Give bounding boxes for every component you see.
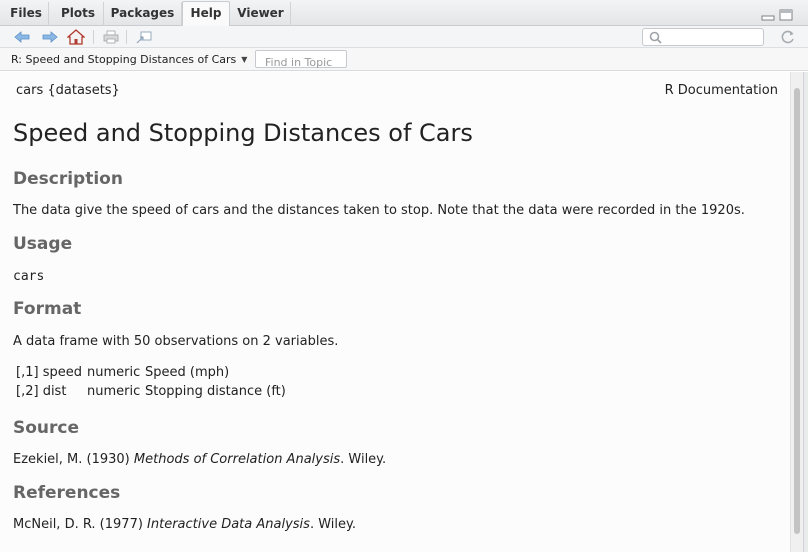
topic-dropdown[interactable]: R: Speed and Stopping Distances of Cars … — [11, 51, 247, 67]
section-heading-description: Description — [13, 169, 123, 189]
tab-packages[interactable]: Packages — [104, 2, 182, 26]
section-heading-source: Source — [13, 418, 80, 438]
arrow-right-icon — [42, 31, 58, 43]
refresh-icon — [781, 30, 794, 44]
section-heading-usage: Usage — [13, 234, 73, 254]
home-icon — [67, 29, 85, 45]
topic-bar: R: Speed and Stopping Distances of Cars … — [0, 48, 808, 71]
help-toolbar — [0, 26, 808, 48]
pane-border — [803, 72, 808, 552]
tab-viewer[interactable]: Viewer — [231, 2, 291, 26]
format-text: A data frame with 50 observations on 2 v… — [13, 334, 339, 349]
pane-tabbar: Files Plots Packages Help Viewer — [0, 0, 808, 27]
caret-down-icon: ▼ — [241, 54, 248, 64]
description-text: The data give the speed of cars and the … — [13, 203, 745, 218]
doc-title: Speed and Stopping Distances of Cars — [13, 119, 473, 147]
help-search-input[interactable] — [665, 30, 759, 44]
tab-plots[interactable]: Plots — [53, 2, 104, 26]
search-icon — [649, 31, 662, 44]
forward-button[interactable] — [41, 29, 59, 45]
doc-package-label: cars {datasets} — [16, 83, 120, 98]
format-variable-cell: [,2] dist — [16, 384, 67, 399]
vertical-scrollbar[interactable] — [790, 72, 803, 552]
format-type-cell: numeric — [87, 384, 141, 399]
section-heading-format: Format — [13, 299, 82, 319]
popout-icon — [136, 31, 152, 44]
show-in-window-button[interactable] — [135, 29, 153, 45]
minimize-pane-icon[interactable] — [761, 9, 775, 21]
table-row: [,2] dist numeric Stopping distance (ft) — [16, 382, 290, 401]
format-desc-cell: Speed (mph) — [145, 365, 230, 380]
find-in-topic-box[interactable] — [255, 50, 347, 71]
format-variable-cell: [,1] speed — [16, 365, 82, 380]
section-heading-references: References — [13, 483, 121, 503]
printer-icon — [103, 30, 119, 44]
source-text: Ezekiel, M. (1930) Methods of Correlatio… — [13, 452, 387, 467]
doc-r-documentation-label: R Documentation — [664, 83, 778, 98]
print-button[interactable] — [102, 29, 120, 45]
topic-dropdown-label: R: Speed and Stopping Distances of Cars — [11, 52, 237, 66]
refresh-button[interactable] — [779, 29, 797, 45]
references-text: McNeil, D. R. (1977) Interactive Data An… — [13, 517, 356, 532]
help-content: cars {datasets} R Documentation Speed an… — [0, 72, 790, 552]
find-in-topic-input[interactable] — [256, 54, 346, 71]
scrollbar-thumb[interactable] — [794, 88, 800, 534]
format-type-cell: numeric — [87, 365, 141, 380]
toolbar-separator — [126, 30, 127, 44]
maximize-pane-icon[interactable] — [779, 9, 793, 21]
tab-help[interactable]: Help — [182, 1, 230, 27]
home-button[interactable] — [67, 29, 85, 45]
table-row: [,1] speed numeric Speed (mph) — [16, 363, 290, 382]
help-search-box[interactable] — [642, 28, 764, 46]
toolbar-separator — [93, 30, 94, 44]
usage-code: cars — [13, 269, 45, 284]
back-button[interactable] — [13, 29, 31, 45]
tab-files[interactable]: Files — [4, 2, 49, 26]
format-table: [,1] speed numeric Speed (mph) [,2] dist… — [16, 363, 290, 401]
arrow-left-icon — [14, 31, 30, 43]
format-desc-cell: Stopping distance (ft) — [145, 384, 286, 399]
